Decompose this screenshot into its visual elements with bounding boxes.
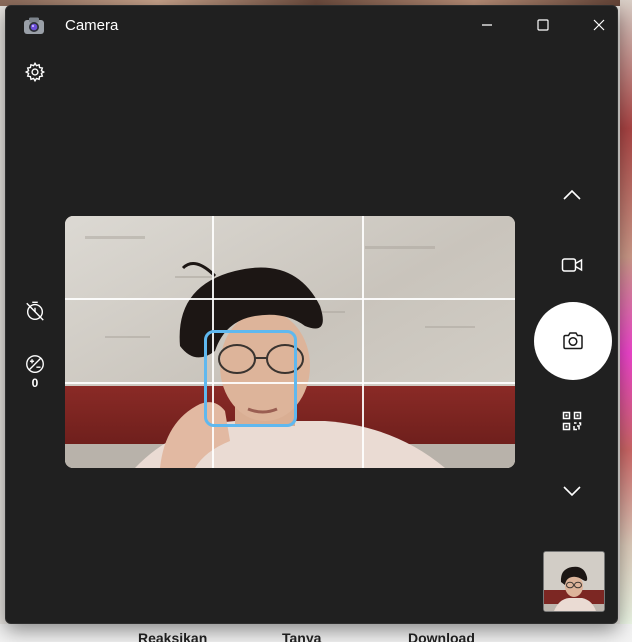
timer-off-icon [26, 301, 44, 321]
title-bar[interactable]: Camera [6, 6, 617, 46]
video-camera-icon [561, 258, 583, 272]
camera-window: Camera 0 [5, 5, 618, 624]
video-mode-button[interactable] [554, 250, 590, 280]
maximize-button[interactable] [515, 6, 571, 44]
minimize-icon [482, 24, 492, 26]
exposure-button[interactable] [19, 350, 51, 378]
close-icon [593, 19, 605, 31]
photo-thumbnail-image [544, 552, 604, 611]
exposure-icon [26, 355, 44, 373]
grid-line [65, 298, 515, 300]
close-button[interactable] [571, 6, 617, 44]
background-text: Download [408, 630, 475, 642]
settings-button[interactable] [19, 56, 51, 88]
chevron-down-icon [563, 486, 581, 497]
last-photo-thumbnail[interactable] [543, 551, 605, 612]
mode-scroll-up-button[interactable] [554, 180, 590, 210]
background-text: Reaksikan [138, 630, 208, 642]
background-text: Tanya [282, 630, 322, 642]
camera-app-icon [23, 16, 45, 36]
camera-icon [563, 332, 583, 350]
camera-viewfinder[interactable] [65, 216, 515, 468]
timer-button[interactable] [19, 295, 51, 327]
grid-line [362, 216, 364, 468]
gear-icon [24, 61, 46, 83]
take-photo-button[interactable] [534, 302, 612, 380]
qr-scan-mode-button[interactable] [554, 406, 590, 436]
qr-code-icon [562, 411, 582, 431]
mode-scroll-down-button[interactable] [554, 476, 590, 506]
exposure-value: 0 [31, 376, 39, 390]
minimize-button[interactable] [459, 6, 515, 44]
background-app-strip: Reaksikan Tanya Download [0, 624, 632, 642]
desktop-background-right [620, 0, 632, 642]
chevron-up-icon [563, 189, 581, 200]
face-detection-box [204, 330, 297, 427]
window-title: Camera [65, 17, 119, 34]
maximize-icon [537, 19, 549, 31]
